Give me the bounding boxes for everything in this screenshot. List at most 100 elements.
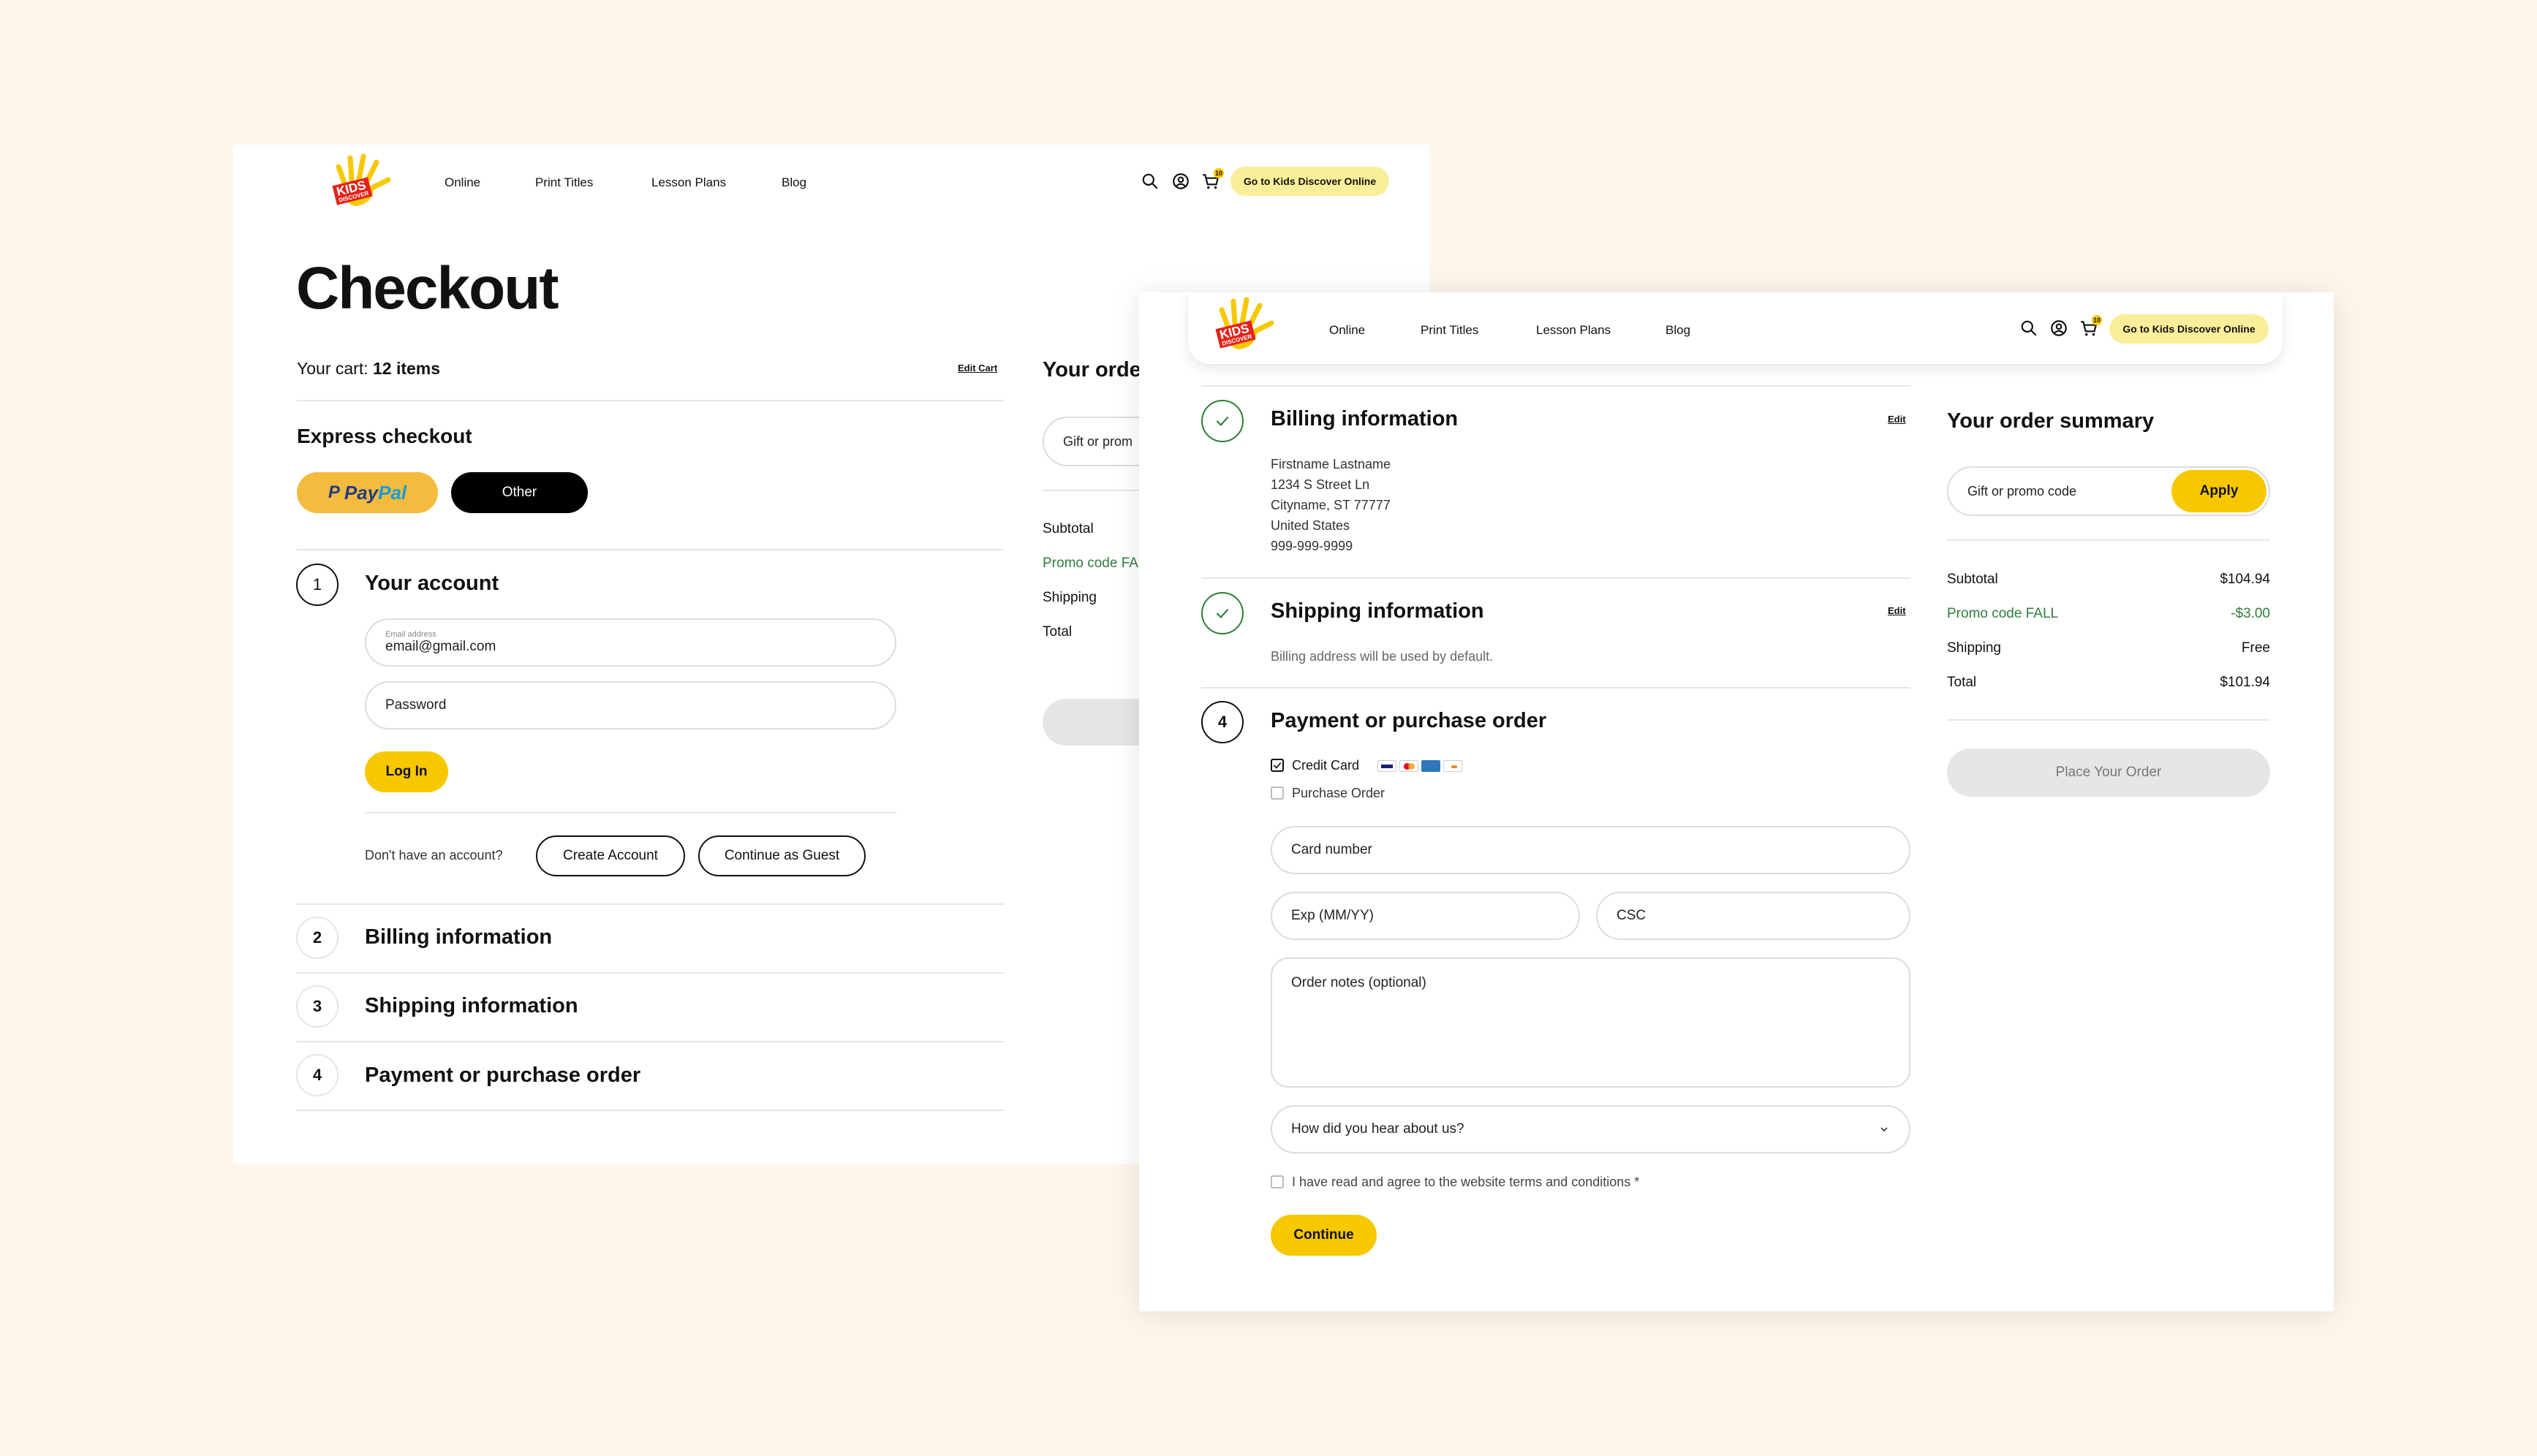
kids-discover-logo[interactable]: KIDS DISCOVER (1211, 297, 1277, 355)
divider (296, 400, 1004, 401)
divider (1947, 539, 2270, 541)
credit-card-checkbox[interactable] (1271, 759, 1284, 772)
hear-about-us-value: How did you hear about us? (1291, 1121, 1464, 1137)
nav-lesson-plans[interactable]: Lesson Plans (1536, 323, 1611, 338)
your-account-title: Your account (365, 572, 499, 595)
payment-title: Payment or purchase order (1271, 709, 1547, 732)
step-2-badge: 2 (296, 917, 339, 959)
kids-discover-logo[interactable]: KIDS DISCOVER (328, 153, 394, 212)
email-field-value: email@gmail.com (385, 639, 496, 654)
order-summary-title: Your order summary (1947, 409, 2155, 433)
summary-row-promo: Promo code FA (1043, 556, 1138, 571)
billing-country: United States (1271, 518, 1350, 533)
divider (296, 1041, 1004, 1042)
edit-shipping-link[interactable]: Edit (1888, 605, 1906, 616)
place-order-button[interactable]: Place Your Order (1947, 748, 2270, 797)
shipping-complete-badge (1201, 592, 1244, 634)
shipping-note: Billing address will be used by default. (1271, 649, 1494, 664)
paypal-button[interactable]: P Pay Pal (297, 472, 438, 513)
divider (296, 972, 1004, 974)
divider (1201, 577, 1910, 579)
shipping-information-title[interactable]: Shipping information (365, 994, 578, 1018)
credit-card-label[interactable]: Credit Card (1292, 758, 1359, 773)
promo-code-placeholder: Gift or promo code (1967, 483, 2077, 498)
divider (1947, 719, 2270, 721)
checkout-screen-payment: KIDS DISCOVER Online Print Titles Lesson… (1139, 292, 2334, 1311)
nav-blog[interactable]: Blog (782, 175, 806, 190)
visa-icon (1377, 760, 1396, 772)
mastercard-icon (1399, 760, 1418, 772)
divider (365, 812, 896, 814)
total-label: Total (1947, 675, 1977, 690)
order-summary-title: Your orde (1043, 358, 1141, 382)
account-icon[interactable] (2049, 319, 2068, 338)
apply-promo-button[interactable]: Apply (2171, 470, 2266, 512)
purchase-order-checkbox[interactable] (1271, 786, 1284, 800)
nav-online[interactable]: Online (445, 175, 480, 190)
terms-label[interactable]: I have read and agree to the website ter… (1292, 1175, 1639, 1190)
step-1-badge: 1 (296, 564, 339, 606)
go-to-kids-discover-online-button[interactable]: Go to Kids Discover Online (2109, 314, 2269, 344)
summary-row-shipping: Shipping (1043, 590, 1097, 605)
check-icon (1216, 416, 1229, 426)
summary-row-subtotal: Subtotal (1043, 521, 1094, 536)
sticky-nav-bar: KIDS DISCOVER Online Print Titles Lesson… (1188, 292, 2283, 364)
amex-icon (1421, 760, 1440, 772)
total-value: $101.94 (2220, 675, 2270, 690)
nav-print-titles[interactable]: Print Titles (1421, 323, 1478, 338)
other-payment-button[interactable]: Other (451, 472, 588, 513)
search-icon[interactable] (1141, 172, 1160, 191)
billing-information-title[interactable]: Billing information (365, 925, 552, 949)
billing-street: 1234 S Street Ln (1271, 477, 1370, 492)
billing-complete-badge (1201, 400, 1244, 442)
billing-city: Cityname, ST 77777 (1271, 498, 1391, 512)
csc-input[interactable]: CSC (1596, 892, 1910, 940)
edit-cart-link[interactable]: Edit Cart (958, 363, 997, 374)
express-checkout-title: Express checkout (297, 425, 472, 447)
continue-as-guest-button[interactable]: Continue as Guest (698, 835, 866, 876)
email-field[interactable]: Email address email@gmail.com (365, 618, 896, 667)
edit-billing-link[interactable]: Edit (1888, 414, 1906, 425)
no-account-text: Don't have an account? (365, 848, 503, 862)
billing-information-title: Billing information (1271, 407, 1459, 431)
expiry-input[interactable]: Exp (MM/YY) (1271, 892, 1580, 940)
log-in-button[interactable]: Log In (365, 751, 448, 792)
paypal-icon: P (328, 482, 340, 502)
shipping-label: Shipping (1947, 640, 2001, 656)
page-title: Checkout (296, 255, 559, 322)
purchase-order-label[interactable]: Purchase Order (1292, 786, 1385, 801)
go-to-kids-discover-online-button[interactable]: Go to Kids Discover Online (1230, 167, 1389, 196)
step-3-badge: 3 (296, 985, 339, 1028)
discover-icon (1443, 760, 1462, 772)
continue-button[interactable]: Continue (1271, 1215, 1377, 1256)
create-account-button[interactable]: Create Account (536, 835, 685, 876)
nav-online[interactable]: Online (1329, 323, 1365, 338)
subtotal-value: $104.94 (2220, 572, 2270, 587)
chevron-down-icon (1880, 1127, 1888, 1131)
payment-title[interactable]: Payment or purchase order (365, 1063, 640, 1088)
subtotal-label: Subtotal (1947, 572, 1998, 587)
divider (1201, 385, 1910, 387)
billing-phone: 999-999-9999 (1271, 539, 1353, 553)
nav-lesson-plans[interactable]: Lesson Plans (651, 175, 726, 190)
order-notes-textarea[interactable]: Order notes (optional) (1271, 958, 1910, 1088)
check-icon (1216, 608, 1229, 618)
promo-label: Promo code FALL (1947, 606, 2059, 621)
step-4-badge: 4 (296, 1054, 339, 1096)
divider (1201, 687, 1910, 689)
hear-about-us-select[interactable]: How did you hear about us? (1271, 1105, 1910, 1153)
nav-print-titles[interactable]: Print Titles (535, 175, 593, 190)
account-icon[interactable] (1171, 172, 1190, 191)
divider (296, 1110, 1004, 1111)
shipping-information-title: Shipping information (1271, 599, 1484, 623)
summary-row-total: Total (1043, 624, 1073, 640)
card-number-input[interactable]: Card number (1271, 826, 1910, 874)
promo-value: -$3.00 (2231, 606, 2270, 621)
divider (296, 903, 1004, 905)
password-field[interactable]: Password (365, 681, 896, 729)
cart-count-badge: 10 (1214, 168, 1224, 178)
search-icon[interactable] (2019, 319, 2038, 338)
terms-checkbox[interactable] (1271, 1175, 1284, 1188)
checkmark-icon (1273, 762, 1282, 769)
nav-blog[interactable]: Blog (1666, 323, 1690, 338)
